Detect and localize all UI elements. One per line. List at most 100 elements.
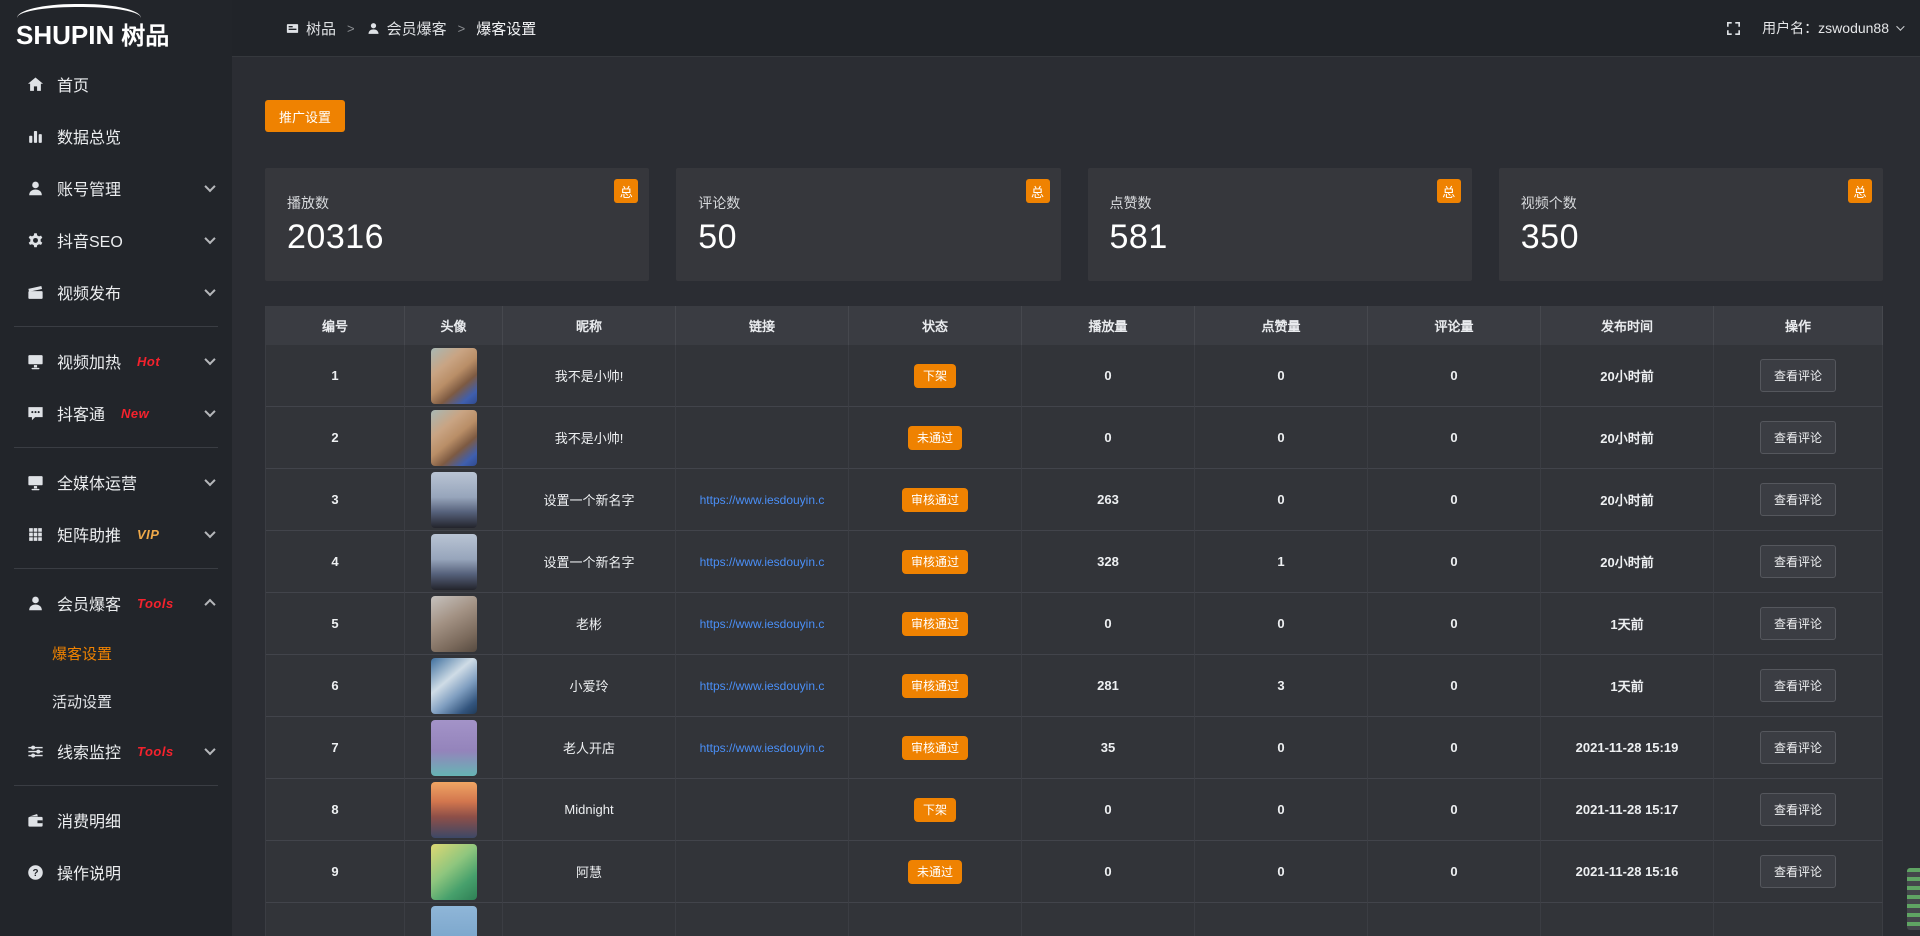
sidebar-item-video-heating[interactable]: 视频加热Hot [0,335,232,387]
sidebar-item-consumption-detail[interactable]: 消费明细 [0,794,232,846]
view-comments-button[interactable]: 查看评论 [1760,483,1836,516]
view-comments-button[interactable]: 查看评论 [1760,669,1836,702]
video-link[interactable]: https://www.iesdouyin.c [700,617,825,631]
view-comments-button[interactable]: 查看评论 [1760,855,1836,888]
cell-plays: 328 [1022,531,1195,593]
cell-avatar [405,717,503,779]
video-link[interactable]: https://www.iesdouyin.c [700,493,825,507]
table-header: 编号头像昵称链接状态播放量点赞量评论量发布时间操作 [266,306,1883,345]
table-row [266,903,1883,936]
breadcrumb-item[interactable]: 树品 [285,18,336,39]
promo-settings-button[interactable]: 推广设置 [265,100,345,132]
cell-avatar [405,345,503,407]
cell-likes [1195,903,1368,936]
column-header: 昵称 [503,306,676,345]
status-badge: 审核通过 [902,488,968,512]
cell-likes: 3 [1195,655,1368,717]
video-link[interactable]: https://www.iesdouyin.c [700,555,825,569]
sidebar-item-video-publish[interactable]: 视频发布 [0,266,232,318]
cell-action [1714,903,1883,936]
cell-likes: 1 [1195,531,1368,593]
breadcrumb-separator: > [347,21,355,36]
table-row: 6小爱玲https://www.iesdouyin.c审核通过281301天前查… [266,655,1883,717]
cell-likes: 0 [1195,717,1368,779]
cell-action: 查看评论 [1714,655,1883,717]
column-header: 评论量 [1368,306,1541,345]
view-comments-button[interactable]: 查看评论 [1760,793,1836,826]
cell-status: 下架 [849,345,1022,407]
table-row: 3设置一个新名字https://www.iesdouyin.c审核通过26300… [266,469,1883,531]
fullscreen-icon[interactable] [1725,20,1742,37]
sidebar-item-omni-media-operation[interactable]: 全媒体运营 [0,456,232,508]
view-comments-button[interactable]: 查看评论 [1760,421,1836,454]
cell-nickname: Midnight [503,779,676,841]
monitor-icon [26,352,45,371]
cell-link [676,841,849,903]
sidebar-item-clue-monitor[interactable]: 线索监控Tools [0,725,232,777]
sidebar-subitem-activity-settings[interactable]: 活动设置 [0,677,232,725]
cell-avatar [405,469,503,531]
chevron-down-icon [204,406,215,417]
cell-id [266,903,405,936]
stat-total-badge: 总 [1026,179,1050,203]
chevron-down-icon [204,181,215,192]
table-row: 9阿慧未通过0002021-11-28 15:16查看评论 [266,841,1883,903]
sidebar-item-douketong[interactable]: 抖客通New [0,387,232,439]
breadcrumb-item[interactable]: 会员爆客 [366,18,447,39]
view-comments-button[interactable]: 查看评论 [1760,359,1836,392]
chart-icon [26,127,45,146]
user-menu[interactable]: 用户名：zswodun88 [1762,18,1902,38]
cell-comments: 0 [1368,407,1541,469]
stat-card: 点赞数581总 [1088,168,1472,281]
cell-publish-time: 2021-11-28 15:17 [1541,779,1714,841]
view-comments-button[interactable]: 查看评论 [1760,607,1836,640]
sidebar-item-label: 消费明细 [57,808,121,832]
cell-status: 未通过 [849,407,1022,469]
cell-plays [1022,903,1195,936]
cell-avatar [405,593,503,655]
help-icon: ? [26,863,45,882]
cell-nickname: 老人开店 [503,717,676,779]
breadcrumb-item[interactable]: 爆客设置 [476,18,536,39]
breadcrumb-label: 会员爆客 [387,18,447,39]
brand-logo[interactable]: SHUPIN 树品 [0,0,232,48]
chevron-down-icon [204,233,215,244]
avatar [431,534,477,590]
sidebar-item-account-management[interactable]: 账号管理 [0,162,232,214]
status-badge: 未通过 [908,860,962,884]
cell-comments: 0 [1368,469,1541,531]
cell-plays: 281 [1022,655,1195,717]
sidebar-subitem-baoke-settings[interactable]: 爆客设置 [0,629,232,677]
sidebar-item-matrix-boost[interactable]: 矩阵助推VIP [0,508,232,560]
stat-label: 点赞数 [1110,193,1452,213]
column-header: 操作 [1714,306,1883,345]
cell-comments: 0 [1368,717,1541,779]
cell-publish-time [1541,903,1714,936]
sidebar-item-home[interactable]: 首页 [0,58,232,110]
chevron-up-icon [204,599,215,610]
video-icon [26,283,45,302]
status-badge: 审核通过 [902,550,968,574]
sidebar-item-tag: VIP [137,527,159,542]
cell-action: 查看评论 [1714,345,1883,407]
sidebar-item-data-overview[interactable]: 数据总览 [0,110,232,162]
sidebar-divider [14,568,218,569]
view-comments-button[interactable]: 查看评论 [1760,731,1836,764]
sidebar-item-member-baoke[interactable]: 会员爆客Tools [0,577,232,629]
cell-action: 查看评论 [1714,407,1883,469]
cell-comments: 0 [1368,779,1541,841]
video-link[interactable]: https://www.iesdouyin.c [700,679,825,693]
avatar [431,844,477,900]
avatar [431,782,477,838]
video-link[interactable]: https://www.iesdouyin.c [700,741,825,755]
view-comments-button[interactable]: 查看评论 [1760,545,1836,578]
stat-value: 350 [1521,218,1863,257]
chevron-down-icon [204,744,215,755]
cell-comments: 0 [1368,345,1541,407]
column-header: 播放量 [1022,306,1195,345]
column-header: 发布时间 [1541,306,1714,345]
stat-card: 视频个数350总 [1499,168,1883,281]
sidebar-item-operation-guide[interactable]: ?操作说明 [0,846,232,898]
sidebar-item-douyin-seo[interactable]: 抖音SEO [0,214,232,266]
floating-widget[interactable] [1907,868,1920,930]
